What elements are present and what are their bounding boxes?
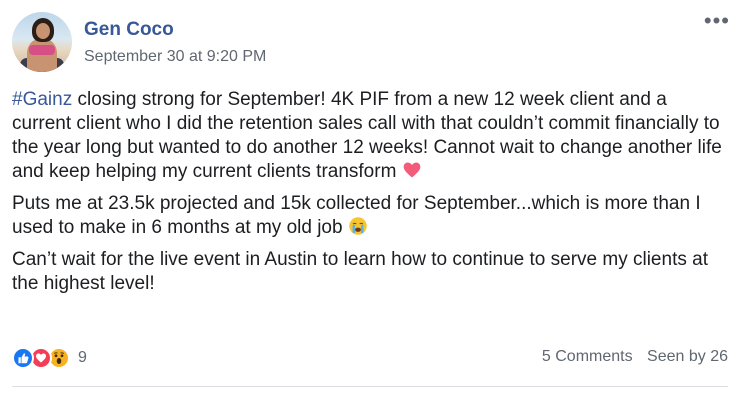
reaction-summary[interactable]: 9 (12, 344, 87, 372)
post-body: #Gainz closing strong for September! 4K … (12, 88, 724, 304)
author-name[interactable]: Gen Coco (84, 19, 174, 41)
seen-by-link[interactable]: Seen by 26 (647, 348, 728, 365)
footer-divider (12, 386, 728, 387)
reaction-count[interactable]: 9 (78, 349, 87, 367)
paragraph-3: Can’t wait for the live event in Austin … (12, 249, 708, 294)
paragraph-1: #Gainz closing strong for September! 4K … (12, 88, 724, 184)
post-header: Gen Coco September 30 at 9:20 PM ••• (12, 10, 734, 74)
avatar[interactable] (12, 12, 72, 72)
hashtag-link[interactable]: #Gainz (12, 89, 72, 110)
red-heart-emoji-icon (403, 162, 421, 178)
post-timestamp[interactable]: September 30 at 9:20 PM (84, 48, 266, 66)
paragraph-1-text: closing strong for September! 4K PIF fro… (12, 89, 722, 182)
more-options-icon[interactable]: ••• (704, 10, 730, 32)
crying-face-emoji-icon (349, 217, 367, 235)
post-footer: 9 5 Comments Seen by 26 (12, 340, 728, 374)
paragraph-2: Puts me at 23.5k projected and 15k colle… (12, 192, 724, 240)
comments-link[interactable]: 5 Comments (542, 348, 633, 365)
post-card: Gen Coco September 30 at 9:20 PM ••• #Ga… (0, 0, 746, 401)
like-icon (12, 347, 34, 369)
post-stats: 5 Comments Seen by 26 (532, 348, 728, 366)
